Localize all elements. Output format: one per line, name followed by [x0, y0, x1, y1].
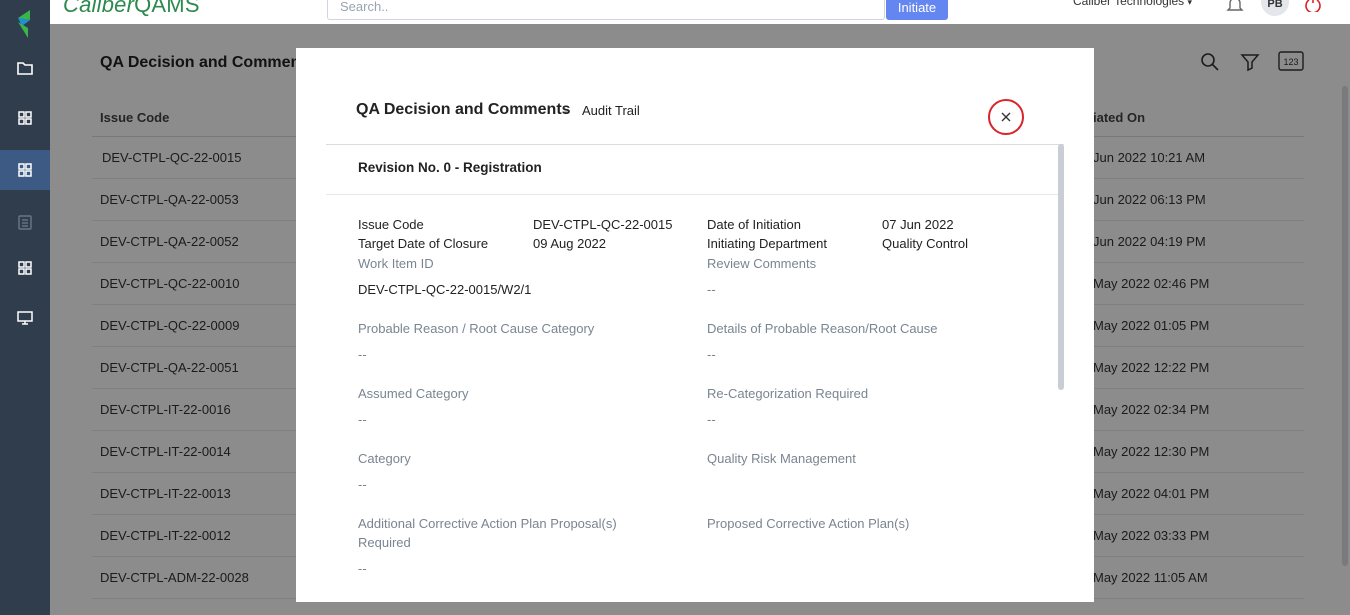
top-bar: CaliberQAMS Search.. Initiate Caliber Te…	[50, 0, 1350, 24]
brand-logo[interactable]: CaliberQAMS	[63, 0, 200, 18]
sidebar-item-dashboard[interactable]	[0, 98, 50, 138]
sidebar-item-tasks[interactable]	[0, 202, 50, 242]
assumed-category-value: --	[358, 412, 367, 427]
work-item-label: Work Item ID	[358, 256, 434, 271]
chevron-down-icon: ▾	[1187, 0, 1193, 7]
revision-heading: Revision No. 0 - Registration	[358, 160, 542, 175]
review-comments-value: --	[707, 282, 716, 297]
assumed-category-label: Assumed Category	[358, 386, 469, 401]
folder-icon	[17, 62, 33, 75]
search-input[interactable]: Search..	[327, 0, 885, 20]
additional-capa-label-line1: Additional Corrective Action Plan Propos…	[358, 516, 617, 531]
date-of-initiation-value: 07 Jun 2022	[882, 217, 954, 232]
date-of-initiation-label: Date of Initiation	[707, 217, 801, 232]
review-comments-label: Review Comments	[707, 256, 817, 271]
grid-icon	[18, 261, 32, 275]
recategorization-value: --	[707, 412, 716, 427]
initiating-department-label: Initiating Department	[707, 236, 827, 251]
sidebar-item-folder[interactable]	[0, 48, 50, 88]
sidebar-item-modules[interactable]	[0, 150, 50, 190]
target-date-value: 09 Aug 2022	[533, 236, 607, 251]
modal-scrollbar[interactable]	[1058, 144, 1064, 390]
category-value: --	[358, 477, 367, 492]
grid-icon	[18, 163, 32, 177]
quality-risk-management-label: Quality Risk Management	[707, 451, 856, 466]
details-probable-reason-value: --	[707, 347, 716, 362]
avatar[interactable]: PB	[1261, 0, 1289, 16]
initiating-department-value: Quality Control	[882, 236, 968, 251]
close-icon	[1001, 112, 1011, 122]
close-button[interactable]	[988, 99, 1024, 135]
sidebar-item-reports[interactable]	[0, 248, 50, 288]
grid-icon	[18, 111, 32, 125]
additional-capa-value: --	[358, 561, 367, 576]
probable-reason-value: --	[358, 347, 367, 362]
work-item-value: DEV-CTPL-QC-22-0015/W2/1	[358, 282, 532, 297]
proposed-capa-label: Proposed Corrective Action Plan(s)	[707, 516, 910, 531]
title-separator: -	[564, 104, 568, 118]
probable-reason-label: Probable Reason / Root Cause Category	[358, 321, 595, 336]
audit-trail-modal: QA Decision and Comments - Audit Trail R…	[296, 48, 1094, 602]
modal-subtitle: Audit Trail	[582, 103, 640, 118]
clipboard-icon	[18, 215, 32, 230]
modal-header-divider	[326, 144, 1064, 145]
category-label: Category	[358, 451, 411, 466]
monitor-icon	[17, 311, 33, 325]
details-probable-reason-label: Details of Probable Reason/Root Cause	[707, 321, 938, 336]
additional-capa-label-line2: Required	[358, 535, 411, 550]
app-logo-icon[interactable]	[14, 8, 36, 38]
issue-code-label: Issue Code	[358, 217, 424, 232]
target-date-label: Target Date of Closure	[358, 236, 489, 251]
company-selector[interactable]: Caliber Technologies ▾	[1073, 0, 1192, 8]
initiate-button[interactable]: Initiate	[886, 0, 948, 20]
bell-icon[interactable]	[1226, 0, 1244, 12]
sidebar-item-monitor[interactable]	[0, 298, 50, 338]
revision-divider	[326, 194, 1058, 195]
power-icon[interactable]	[1304, 0, 1322, 12]
modal-title: QA Decision and Comments	[356, 101, 571, 118]
sidebar	[0, 0, 50, 615]
recategorization-label: Re-Categorization Required	[707, 386, 869, 401]
issue-code-value: DEV-CTPL-QC-22-0015	[533, 217, 673, 232]
